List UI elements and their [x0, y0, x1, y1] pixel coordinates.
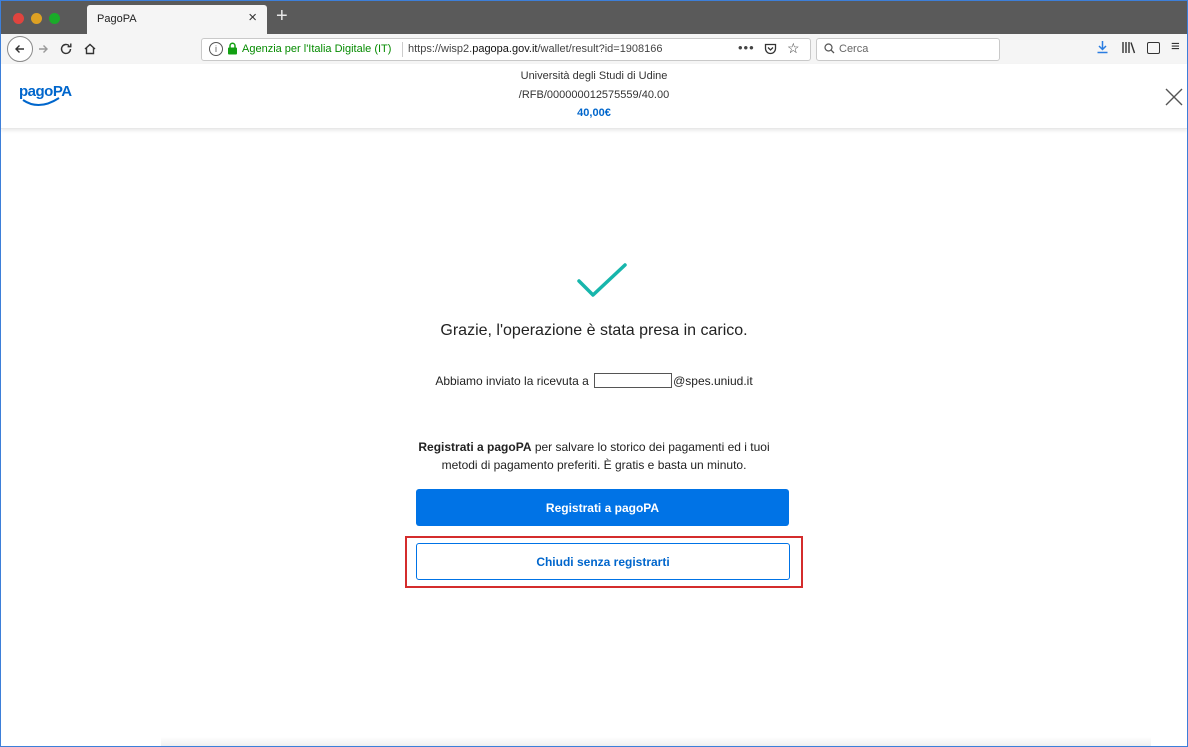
- payment-reference: /RFB/000000012575559/40.00: [518, 89, 670, 101]
- pagopa-header: pagoPA Università degli Studi di Udine /…: [1, 64, 1187, 129]
- promo-line2: metodi di pagamento preferiti. È gratis …: [441, 458, 747, 472]
- tab-strip: PagoPA × +: [1, 1, 1187, 34]
- forward-button[interactable]: [35, 38, 51, 60]
- navigation-bar: i Agenzia per l'Italia Digitale (IT) htt…: [1, 34, 1187, 65]
- hamburger-menu-icon[interactable]: ≡: [1171, 38, 1180, 55]
- tab-close-icon[interactable]: ×: [248, 9, 257, 27]
- download-icon[interactable]: [1096, 40, 1109, 57]
- tab-pagopa[interactable]: PagoPA ×: [87, 5, 267, 34]
- search-placeholder: Cerca: [839, 43, 869, 55]
- promo-rest: per salvare lo storico dei pagamenti ed …: [531, 440, 770, 454]
- receipt-email-domain: @spes.uniud.it: [673, 374, 753, 388]
- minimize-window-button[interactable]: [31, 13, 42, 24]
- browser-window: PagoPA × + i Agenzia per l'Italia Digita…: [0, 0, 1188, 747]
- url-prefix: https://wisp2.: [408, 43, 473, 55]
- arrow-right-icon: [39, 45, 48, 53]
- sidebar-icon[interactable]: [1147, 42, 1160, 54]
- receipt-prefix: Abbiamo inviato la ricevuta a: [435, 374, 589, 388]
- info-icon[interactable]: i: [209, 42, 223, 56]
- new-tab-button[interactable]: +: [276, 5, 288, 27]
- redacted-email-box: [594, 373, 673, 388]
- library-icon[interactable]: [1121, 41, 1136, 57]
- payment-amount: 40,00€: [577, 107, 611, 119]
- register-promo-text: Registrati a pagoPA per salvare lo stori…: [1, 438, 1187, 474]
- close-icon[interactable]: [1165, 88, 1183, 111]
- receipt-notice: Abbiamo inviato la ricevuta a @spes.uniu…: [1, 373, 1187, 388]
- close-without-register-button[interactable]: Chiudi senza registrarti: [416, 543, 790, 580]
- url-text[interactable]: https://wisp2.pagopa.gov.it/wallet/resul…: [408, 43, 663, 55]
- register-button[interactable]: Registrati a pagoPA: [416, 489, 789, 526]
- url-separator: [402, 42, 403, 57]
- close-window-button[interactable]: [13, 13, 24, 24]
- success-check-icon: [577, 263, 627, 297]
- footer-shadow: [161, 737, 1151, 746]
- url-domain: pagopa.gov.it: [472, 43, 538, 55]
- tab-title: PagoPA: [97, 13, 137, 25]
- back-button[interactable]: [7, 36, 33, 62]
- reload-icon: [60, 43, 72, 55]
- site-identity-label: Agenzia per l'Italia Digitale (IT): [242, 43, 392, 55]
- search-icon: [824, 43, 835, 57]
- page-actions-icon[interactable]: •••: [738, 40, 755, 55]
- search-bar[interactable]: Cerca: [816, 38, 1000, 61]
- url-path: /wallet/result?id=1908166: [537, 43, 663, 55]
- home-button[interactable]: [81, 38, 99, 60]
- address-bar[interactable]: i Agenzia per l'Italia Digitale (IT) htt…: [201, 38, 811, 61]
- confirmation-title: Grazie, l'operazione è stata presa in ca…: [440, 322, 748, 339]
- arrow-left-icon: [15, 45, 24, 53]
- maximize-window-button[interactable]: [49, 13, 60, 24]
- promo-strong: Registrati a pagoPA: [418, 440, 532, 454]
- reload-button[interactable]: [57, 38, 75, 60]
- lock-icon[interactable]: [227, 42, 238, 58]
- home-icon: [84, 43, 96, 55]
- bookmark-star-icon[interactable]: ☆: [787, 40, 800, 57]
- creditor-name: Università degli Studi di Udine: [520, 70, 668, 82]
- pocket-icon[interactable]: [764, 42, 777, 58]
